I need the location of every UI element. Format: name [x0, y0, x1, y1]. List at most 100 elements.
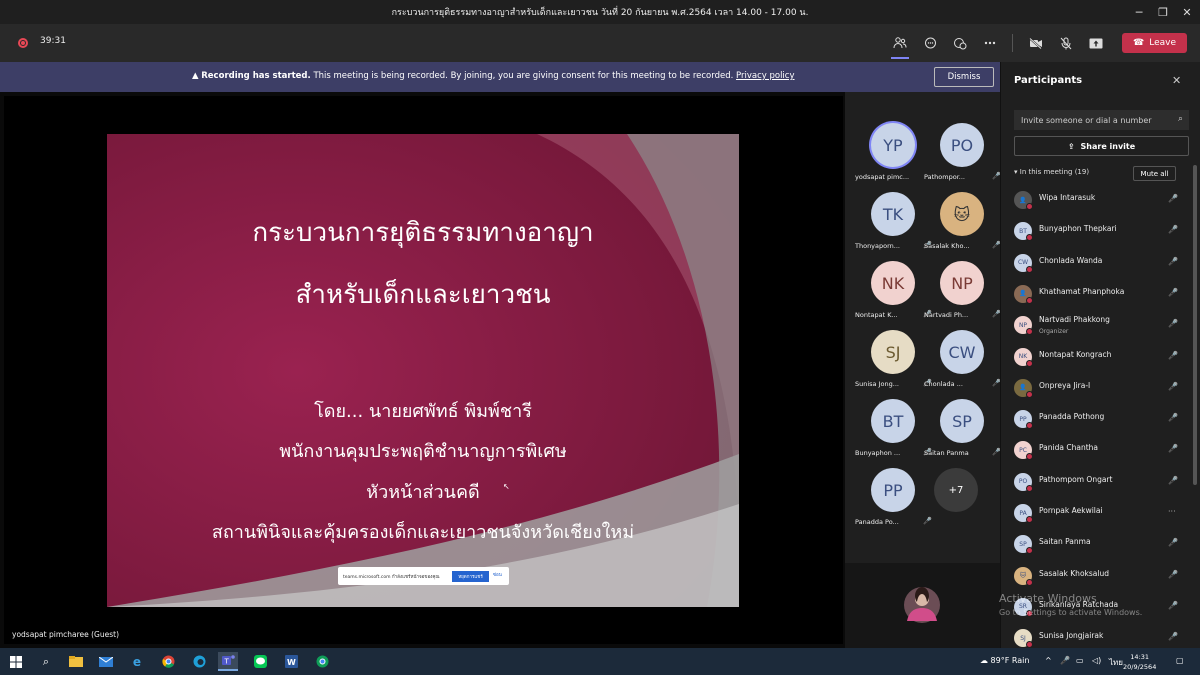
participant-avatar: SJ [871, 330, 915, 374]
participant-row[interactable]: 👤 Wipa Intarasuk 🎤 [1014, 188, 1186, 214]
reactions-icon[interactable] [948, 31, 972, 55]
more-icon[interactable] [978, 31, 1002, 55]
network-icon[interactable]: ▭ [1076, 656, 1084, 665]
language-indicator[interactable]: ไทย [1109, 656, 1123, 669]
participant-name: Panida Chantha [1039, 443, 1098, 453]
participant-row[interactable]: PC Panida Chantha 🎤 [1014, 438, 1186, 464]
panel-scrollbar[interactable] [1193, 165, 1197, 485]
mic-off-icon[interactable]: 🎤 [1168, 319, 1178, 328]
more-options-icon[interactable]: ··· [1168, 507, 1176, 516]
close-panel-icon[interactable]: ✕ [1172, 74, 1181, 87]
share-icon[interactable] [1084, 31, 1108, 55]
mic-off-icon[interactable] [1054, 31, 1078, 55]
line-icon[interactable] [250, 652, 270, 671]
mic-off-icon[interactable]: 🎤 [1168, 601, 1178, 610]
share-invite-button[interactable]: ⇪ Share invite [1014, 136, 1189, 156]
hide-button[interactable]: ซ่อน [493, 571, 502, 578]
participant-name: yodsapat pimc... [855, 173, 910, 181]
gallery-tile[interactable]: YP yodsapat pimc... [855, 123, 923, 181]
mic-off-icon[interactable]: 🎤 [1168, 538, 1178, 547]
mute-all-button[interactable]: Mute all [1133, 166, 1176, 181]
toolbar-divider [1012, 34, 1013, 52]
chrome-profile-icon[interactable] [312, 652, 332, 671]
gallery-tile[interactable]: BT Bunyaphon ... 🎤 [855, 399, 932, 457]
more-participants-button[interactable]: +7 [934, 468, 978, 512]
banner-text: This meeting is being recorded. By joini… [313, 71, 734, 81]
chrome-icon[interactable] [158, 652, 178, 671]
in-meeting-header[interactable]: ▾ In this meeting (19) [1014, 168, 1089, 176]
mic-off-icon[interactable]: 🎤 [1168, 413, 1178, 422]
participant-name: Sunisa Jongjairak [1039, 631, 1104, 641]
mic-off-icon[interactable]: 🎤 [1168, 351, 1178, 360]
gallery-tile[interactable]: PP Panadda Po... 🎤 [855, 468, 932, 526]
participant-row[interactable]: PP Panadda Pothong 🎤 [1014, 407, 1186, 433]
file-explorer-icon[interactable] [66, 652, 86, 671]
internet-explorer-icon[interactable]: e [127, 652, 147, 671]
tray-chevron-icon[interactable]: ^ [1045, 656, 1052, 665]
gallery-tile[interactable]: TK Thonyaporn... 🎤 [855, 192, 932, 250]
slide-line4: สถานพินิจและคุ้มครองเด็กและเยาวชนจังหวัด… [211, 522, 635, 543]
share-bar-text: teams.microsoft.com กำลังแชร์หน้าจอของคุ… [343, 575, 440, 580]
invite-placeholder: Invite someone or dial a number [1021, 115, 1152, 125]
leave-button[interactable]: ☎ Leave [1122, 33, 1187, 53]
windows-start-icon[interactable] [6, 652, 26, 671]
mic-off-icon[interactable]: 🎤 [1168, 225, 1178, 234]
participant-name: Chonlada ... [924, 380, 963, 388]
participant-name: Bunyaphon Thepkari [1039, 224, 1117, 234]
participant-row[interactable]: BT Bunyaphon Thepkari 🎤 [1014, 219, 1186, 245]
participant-row[interactable]: PA Pornpak Aekwilai ··· [1014, 501, 1186, 527]
chat-icon[interactable] [918, 31, 942, 55]
participant-name: Pornpak Aekwilai [1039, 506, 1103, 515]
gallery-tile[interactable]: CW Chonlada ... 🎤 [924, 330, 1001, 388]
gallery-tile[interactable]: NP Nartvadi Ph... 🎤 [924, 261, 1001, 319]
presence-status-icon [1026, 296, 1033, 304]
mic-tray-icon[interactable]: 🎤 [1060, 656, 1070, 665]
taskbar-clock[interactable]: 14:31 20/9/2564 [1123, 652, 1156, 672]
participant-row[interactable]: PO Pathompom Ongart 🎤 [1014, 470, 1186, 496]
participant-name: Wipa Intarasuk [1039, 193, 1096, 202]
participant-row[interactable]: CW Chonlada Wanda 🎤 [1014, 251, 1186, 277]
invite-search-input[interactable]: Invite someone or dial a number ⌕ [1014, 110, 1189, 130]
participant-row[interactable]: 👤 Onpreya Jira-I 🎤 [1014, 376, 1186, 402]
participant-avatar: NP [940, 261, 984, 305]
gallery-tile[interactable]: 🐱 Sasalak Kho... 🎤 [924, 192, 1001, 250]
word-icon[interactable]: W [281, 652, 301, 671]
mic-off-icon[interactable]: 🎤 [1168, 382, 1178, 391]
participant-avatar: YP [871, 123, 915, 167]
participant-row[interactable]: 🐱 Sasalak Khoksalud 🎤 [1014, 564, 1186, 590]
participant-row[interactable]: NP Nartvadi Phakkong Organizer 🎤 [1014, 313, 1186, 339]
mic-off-icon[interactable]: 🎤 [1168, 194, 1178, 203]
close-window-button[interactable]: ✕ [1172, 0, 1200, 24]
camera-off-icon[interactable] [1024, 31, 1048, 55]
participants-icon[interactable] [888, 31, 912, 55]
presence-status-icon [1026, 422, 1033, 430]
mic-off-icon[interactable]: 🎤 [1168, 288, 1178, 297]
gallery-tile[interactable]: NK Nontapat K... 🎤 [855, 261, 932, 319]
participant-name: Nontapat Kongrach [1039, 349, 1112, 359]
participant-row[interactable]: NK Nontapat Kongrach 🎤 [1014, 345, 1186, 371]
participant-name: Panadda Pothong [1039, 412, 1105, 422]
participant-row[interactable]: 👤 Khathamat Phanphoka 🎤 [1014, 282, 1186, 308]
weather-widget[interactable]: ☁ 89°F Rain [980, 656, 1029, 665]
gallery-tile[interactable]: SJ Sunisa Jong... 🎤 [855, 330, 932, 388]
mic-off-icon[interactable]: 🎤 [1168, 257, 1178, 266]
mic-off-icon[interactable]: 🎤 [1168, 476, 1178, 485]
taskbar-search-icon[interactable]: ⌕ [36, 652, 56, 671]
gallery-tile[interactable]: PO Pathompor... 🎤 [924, 123, 1001, 181]
activate-windows-subtitle: Go to Settings to activate Windows. [999, 608, 1143, 617]
mic-off-icon[interactable]: 🎤 [1168, 632, 1178, 641]
volume-icon[interactable]: ◁) [1092, 656, 1101, 665]
activate-windows-title: Activate Windows [999, 592, 1097, 605]
participant-row[interactable]: SP Saitan Panma 🎤 [1014, 532, 1186, 558]
teams-icon[interactable]: T [218, 652, 238, 671]
participant-name: Thonyaporn... [855, 242, 900, 250]
privacy-policy-link[interactable]: Privacy policy [736, 71, 795, 81]
gallery-tile[interactable]: SP Saitan Panma 🎤 [924, 399, 1001, 457]
dismiss-button[interactable]: Dismiss [934, 67, 994, 87]
mic-off-icon[interactable]: 🎤 [1168, 570, 1178, 579]
mail-icon[interactable] [96, 652, 116, 671]
stop-sharing-button[interactable]: หยุดการแชร์ [452, 571, 489, 582]
notifications-icon[interactable]: ▢ [1176, 656, 1184, 665]
edge-icon[interactable] [189, 652, 209, 671]
mic-off-icon[interactable]: 🎤 [1168, 444, 1178, 453]
